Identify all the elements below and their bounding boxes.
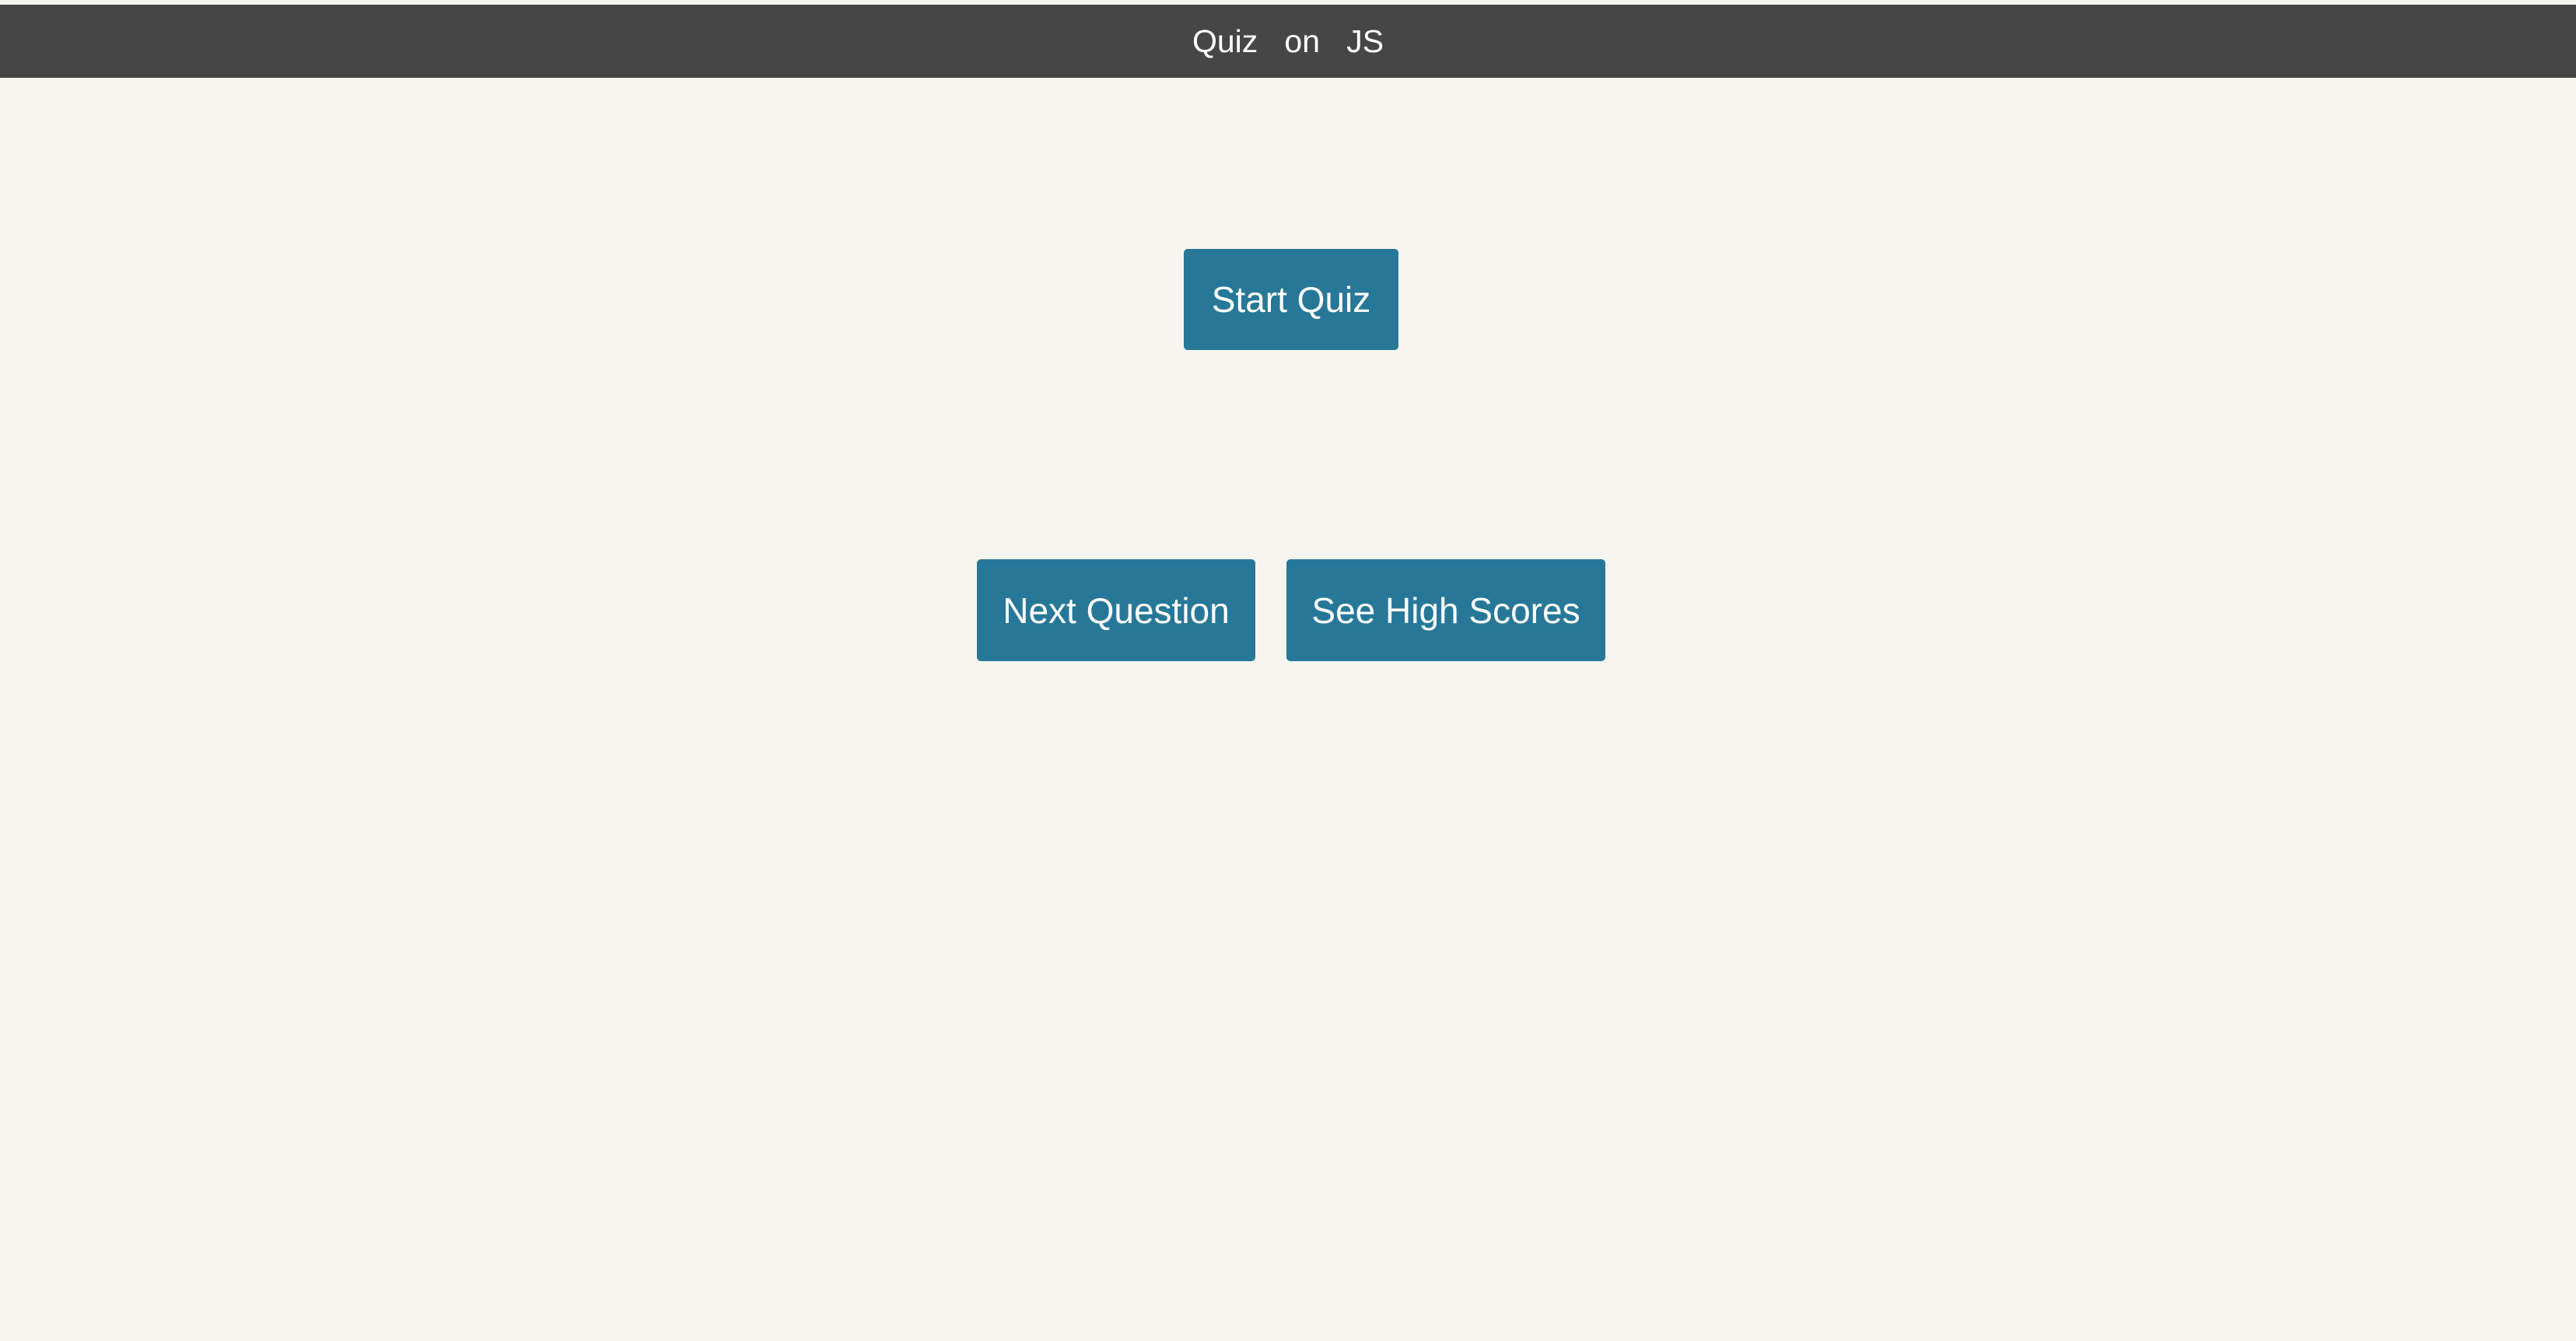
start-quiz-button[interactable]: Start Quiz xyxy=(1184,249,1398,350)
next-question-button[interactable]: Next Question xyxy=(977,559,1255,661)
page-title: Quiz on JS xyxy=(1192,23,1384,59)
see-high-scores-button[interactable]: See High Scores xyxy=(1286,559,1605,661)
app-header: Quiz on JS xyxy=(0,5,2576,78)
